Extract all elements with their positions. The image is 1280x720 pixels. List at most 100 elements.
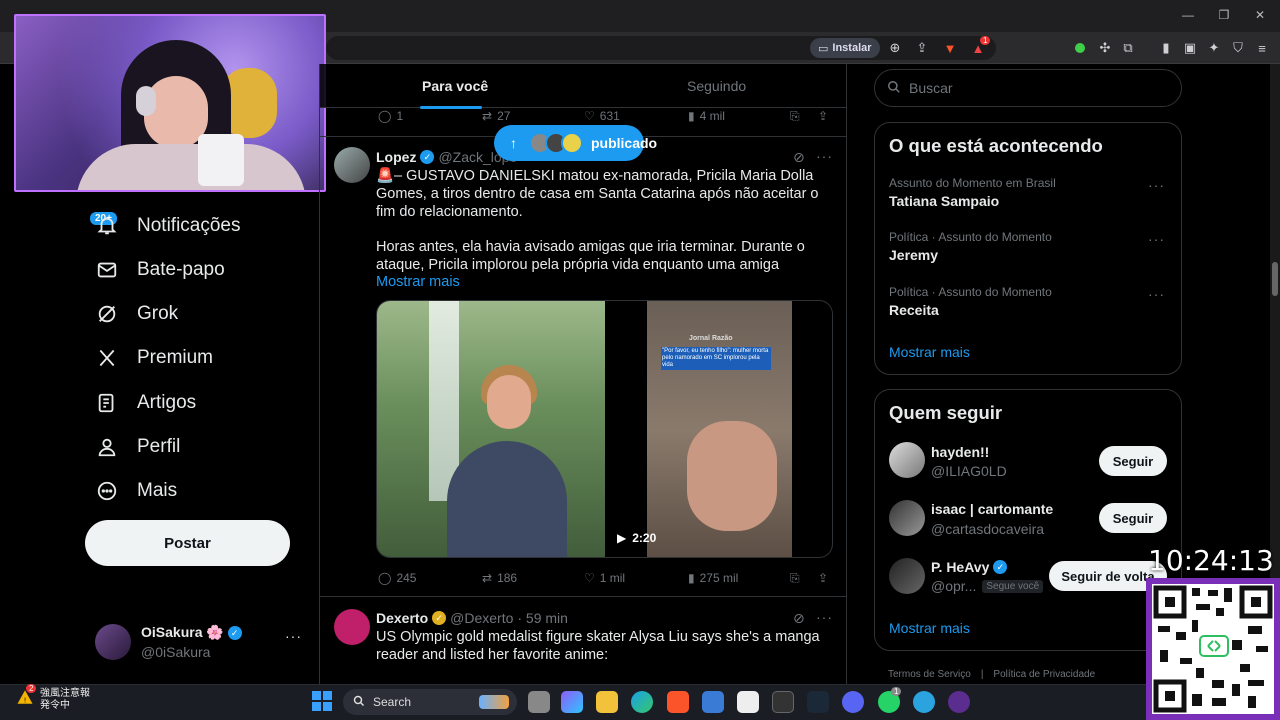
trend-name[interactable]: Tatiana Sampaio <box>889 193 999 209</box>
store-icon[interactable] <box>702 691 724 713</box>
share-icon[interactable]: ⇪ <box>912 38 932 58</box>
nav-articles[interactable]: Artigos <box>95 385 196 421</box>
repost-action[interactable]: ⇄ 186 <box>482 571 517 585</box>
avatar[interactable] <box>889 558 925 594</box>
nav-chat[interactable]: Bate-papo <box>95 252 225 288</box>
trend-name[interactable]: Jeremy <box>889 247 938 263</box>
minimize-icon[interactable]: — <box>1178 8 1198 22</box>
windows-start-icon[interactable] <box>312 691 332 711</box>
tweet-media[interactable]: Jornal Razão "Por favor, eu tenho filho"… <box>376 300 833 558</box>
brave-rewards-icon[interactable]: ▲ 1 <box>968 36 991 58</box>
taskbar-search[interactable]: Search <box>343 689 517 715</box>
tweet-more-icon[interactable]: ··· <box>816 148 833 164</box>
avatar[interactable] <box>334 147 370 183</box>
app2-icon[interactable] <box>948 691 970 713</box>
follow-show-more[interactable]: Mostrar mais <box>889 620 970 636</box>
discord-icon[interactable] <box>842 691 864 713</box>
taskbar-search-label: Search <box>373 695 412 709</box>
new-posts-pill[interactable]: ↑ publicado <box>494 125 657 161</box>
follow-button[interactable]: Seguir <box>1099 446 1167 476</box>
grok-tweet-icon[interactable]: ⊘ <box>793 149 805 166</box>
install-app-button[interactable]: ▭ Instalar <box>810 38 880 58</box>
avatar[interactable] <box>334 609 370 645</box>
views-action[interactable]: ▮ 4 mil <box>688 109 725 123</box>
verified-icon: ✓ <box>993 560 1008 574</box>
file-explorer-icon[interactable] <box>596 691 618 713</box>
screen: { "browser": { "install_label": "Instala… <box>0 0 1280 720</box>
author-name[interactable]: Lopez <box>376 149 416 165</box>
edge-icon[interactable] <box>631 691 653 713</box>
brave-shield-icon[interactable]: ▼ <box>940 38 960 58</box>
tweet-time[interactable]: · 59 min <box>517 610 568 626</box>
suggestion-name[interactable]: P. HeAvy <box>931 559 989 575</box>
obs-icon[interactable] <box>772 691 794 713</box>
like-action[interactable]: ♡ 1 mil <box>584 571 625 585</box>
copilot-icon[interactable] <box>561 691 583 713</box>
trend-more-icon[interactable]: ··· <box>1148 231 1165 247</box>
nav-notifications[interactable]: Notificações <box>95 208 241 244</box>
menu-icon[interactable]: ≡ <box>1252 38 1272 58</box>
sidebar-icon[interactable]: ▮ <box>1156 38 1176 58</box>
reply-action[interactable]: ◯ 1 <box>378 109 403 123</box>
video-caption: "Por favor, eu tenho filho": mulher mort… <box>661 347 771 370</box>
trends-show-more[interactable]: Mostrar mais <box>889 344 970 360</box>
follow-button[interactable]: Seguir <box>1099 503 1167 533</box>
bookmark-icon[interactable]: ⎘ <box>790 571 800 586</box>
tweet-more-icon[interactable]: ··· <box>816 609 833 625</box>
weather-alert-icon[interactable]: ! 2 <box>16 684 37 706</box>
telegram-icon[interactable] <box>913 691 935 713</box>
brave-icon[interactable] <box>667 691 689 713</box>
trend-more-icon[interactable]: ··· <box>1148 177 1165 193</box>
author-name[interactable]: Dexerto <box>376 610 428 626</box>
zoom-icon[interactable]: ⊕ <box>885 38 905 58</box>
account-switcher[interactable]: OiSakura 🌸 ✓ @0iSakura ··· <box>95 622 310 662</box>
nav-label: Bate-papo <box>137 259 225 280</box>
scrollbar-thumb[interactable] <box>1272 262 1278 296</box>
steam-icon[interactable] <box>807 691 829 713</box>
leo-ai-icon[interactable]: ✦ <box>1204 38 1224 58</box>
photo-woman <box>377 301 605 557</box>
wallet-icon[interactable]: ▣ <box>1180 38 1200 58</box>
reply-action[interactable]: ◯ 245 <box>378 571 416 585</box>
bookmark-icon[interactable]: ⎘ <box>790 109 800 124</box>
weather-widget[interactable]: 強風注意報 発令中 <box>40 688 90 712</box>
video-duration[interactable]: ▶ 2:20 <box>617 531 656 545</box>
vpn-icon[interactable]: ⛉ <box>1228 38 1248 58</box>
suggestion-name[interactable]: isaac | cartomante <box>931 501 1053 517</box>
extensions-icon[interactable]: ✣ <box>1095 38 1115 58</box>
nav-profile[interactable]: Perfil <box>95 429 180 465</box>
views-action[interactable]: ▮ 275 mil <box>688 571 738 585</box>
suggestion-name[interactable]: hayden!! <box>931 444 989 460</box>
terms-link[interactable]: Termos de Serviço <box>888 669 971 680</box>
tab-following[interactable]: Seguindo <box>687 78 746 94</box>
post-button[interactable]: Postar <box>85 520 290 566</box>
like-action[interactable]: ♡ 631 <box>584 109 620 123</box>
avatar[interactable] <box>889 442 925 478</box>
search-input[interactable]: Buscar <box>874 69 1182 107</box>
tab-for-you[interactable]: Para você <box>422 78 488 94</box>
app-icon[interactable] <box>737 691 759 713</box>
news-logo: Jornal Razão <box>689 335 733 342</box>
screenshot-icon[interactable]: ⧉ <box>1118 38 1138 58</box>
divider <box>320 596 846 597</box>
show-more-link[interactable]: Mostrar mais <box>376 273 831 291</box>
nav-label: Perfil <box>137 436 181 457</box>
whatsapp-icon[interactable]: 1 <box>878 687 902 713</box>
trend-more-icon[interactable]: ··· <box>1148 286 1165 302</box>
share-post-icon[interactable]: ⇪ <box>818 109 828 123</box>
maximize-icon[interactable]: ❐ <box>1214 8 1234 22</box>
status-dot-icon[interactable] <box>1070 38 1090 58</box>
nav-more[interactable]: Mais <box>95 473 177 509</box>
nav-premium[interactable]: Premium <box>95 340 213 376</box>
share-post-icon[interactable]: ⇪ <box>818 571 828 585</box>
trend-name[interactable]: Receita <box>889 302 939 318</box>
avatar[interactable] <box>889 500 925 536</box>
task-view-icon[interactable] <box>528 691 550 713</box>
author-handle[interactable]: @Dexerto <box>450 610 513 626</box>
account-more-icon[interactable]: ··· <box>285 628 302 644</box>
nav-grok[interactable]: Grok <box>95 296 178 332</box>
close-icon[interactable]: ✕ <box>1250 8 1270 22</box>
privacy-link[interactable]: Política de Privacidade <box>993 669 1095 680</box>
grok-tweet-icon[interactable]: ⊘ <box>793 610 805 627</box>
repost-action[interactable]: ⇄ 27 <box>482 109 510 123</box>
